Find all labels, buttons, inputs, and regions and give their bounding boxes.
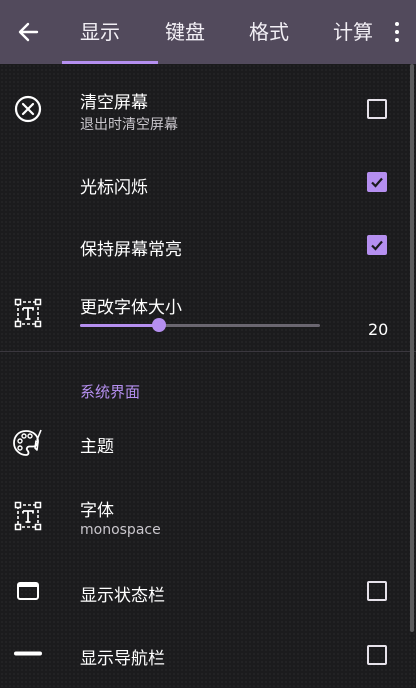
slider-thumb[interactable]	[152, 318, 167, 332]
setting-theme[interactable]	[0, 412, 410, 474]
close-circle-icon	[14, 95, 42, 123]
font-size-slider[interactable]	[80, 318, 320, 332]
setting-cursor-blink[interactable]	[0, 150, 410, 212]
clear-screen-title: 清空屏幕	[80, 93, 148, 113]
setting-status-bar[interactable]	[0, 560, 410, 622]
font-size-icon	[14, 298, 42, 328]
font-size-value: 20	[368, 320, 389, 339]
clear-screen-summary: 退出时清空屏幕	[80, 117, 178, 133]
scrollbar[interactable]	[410, 64, 414, 632]
tab-display[interactable]: 显示	[80, 0, 120, 64]
font-title: 字体	[80, 501, 114, 521]
tab-format[interactable]: 格式	[249, 0, 289, 64]
setting-font[interactable]	[0, 480, 410, 552]
arrow-left-icon	[18, 22, 39, 42]
font-summary: monospace	[80, 522, 161, 538]
nav-bar-checkbox[interactable]	[367, 645, 387, 665]
slider-fill	[80, 324, 160, 327]
category-system-ui: 系统界面	[80, 383, 141, 401]
back-button[interactable]	[10, 14, 46, 50]
check-icon	[371, 177, 383, 188]
setting-nav-bar[interactable]	[0, 626, 410, 688]
theme-title: 主题	[80, 437, 114, 457]
setting-keep-screen-on[interactable]	[0, 214, 410, 276]
keep-screen-on-title: 保持屏幕常亮	[80, 240, 182, 260]
nav-bar-icon	[14, 651, 42, 656]
more-vert-icon	[394, 22, 400, 42]
font-icon	[14, 501, 42, 531]
tab-indicator	[62, 61, 158, 64]
cursor-blink-title: 光标闪烁	[80, 178, 148, 198]
window-icon	[17, 582, 39, 600]
tab-calculate[interactable]: 计算	[333, 0, 373, 64]
tab-keyboard[interactable]: 键盘	[165, 0, 205, 64]
check-icon	[371, 240, 383, 251]
keep-screen-on-checkbox[interactable]	[367, 235, 387, 255]
font-size-title: 更改字体大小	[80, 298, 182, 318]
status-bar-title: 显示状态栏	[80, 586, 165, 606]
nav-bar-title: 显示导航栏	[80, 649, 165, 669]
more-options-button[interactable]	[394, 22, 400, 44]
status-bar-checkbox[interactable]	[367, 581, 387, 601]
setting-clear-screen[interactable]	[0, 70, 410, 142]
clear-screen-checkbox[interactable]	[367, 99, 387, 119]
cursor-blink-checkbox[interactable]	[367, 172, 387, 192]
palette-icon	[13, 429, 42, 456]
divider	[0, 351, 416, 352]
top-app-bar: 显示 键盘 格式 计算	[0, 0, 416, 64]
